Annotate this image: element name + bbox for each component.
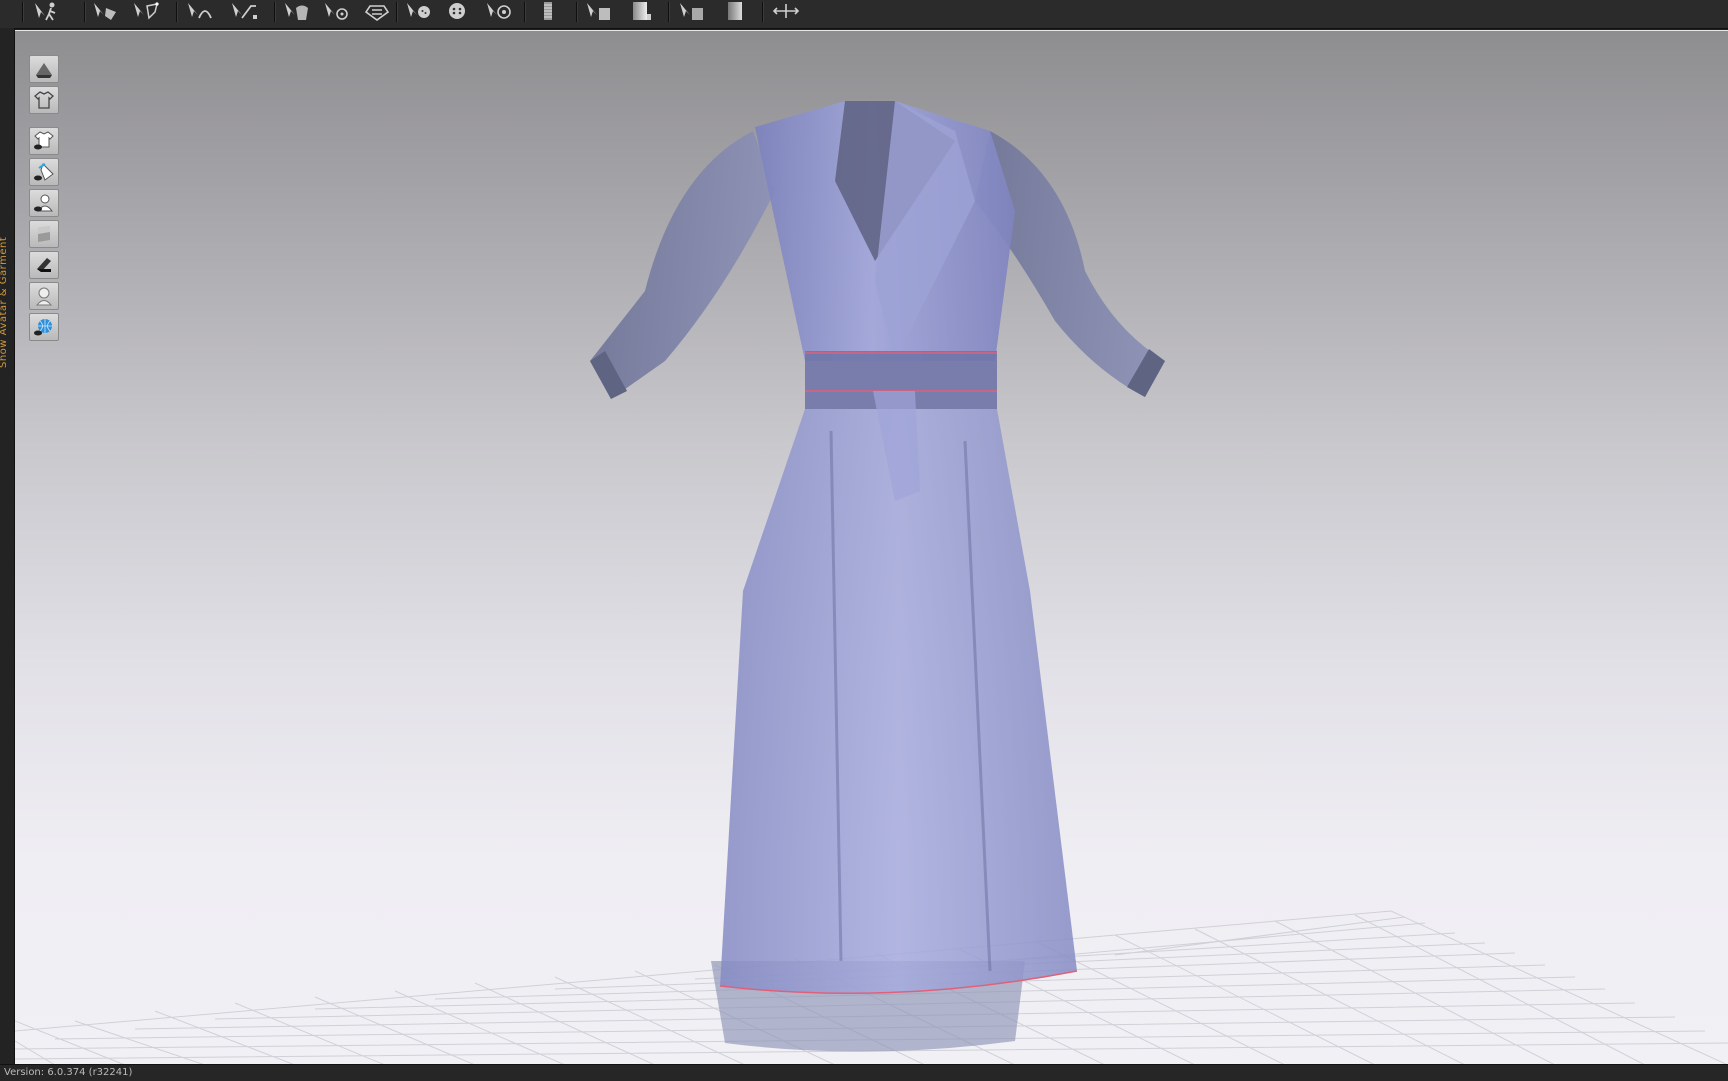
top-toolbar — [0, 0, 1728, 29]
tack-icon[interactable] — [318, 0, 356, 22]
transform-pattern-icon[interactable] — [128, 0, 164, 22]
version-text: Version: 6.0.374 (r32241) — [4, 1067, 133, 1078]
toolbar-separator — [176, 2, 178, 22]
toolbar-separator — [762, 2, 764, 22]
show-avatar-icon[interactable] — [29, 282, 59, 310]
panel-vertical-label: Show Avatar & Garment — [0, 236, 9, 368]
edit-curvature-icon[interactable] — [180, 0, 220, 22]
puckering-icon[interactable] — [580, 0, 618, 22]
show-3d-pen-icon[interactable] — [29, 55, 59, 83]
show-garment-visibility-icon[interactable] — [29, 127, 59, 155]
left-panel-strip: Show Avatar & Garment — [0, 28, 15, 1064]
3d-viewport[interactable] — [15, 30, 1728, 1065]
select-button-icon[interactable] — [480, 0, 518, 22]
measure-icon[interactable] — [766, 0, 806, 22]
shrinkage-icon[interactable] — [714, 0, 754, 22]
toolbar-separator — [576, 2, 578, 22]
zipper-icon[interactable] — [528, 0, 568, 22]
button-tool-icon[interactable] — [400, 0, 438, 22]
pin-icon[interactable] — [358, 0, 396, 22]
left-sleeve — [590, 131, 775, 399]
status-bar: Version: 6.0.374 (r32241) — [0, 1064, 1728, 1081]
environment-icon[interactable] — [29, 313, 59, 341]
show-garment-icon[interactable] — [29, 86, 59, 114]
simulation-icon[interactable] — [26, 0, 66, 22]
edit-curve-point-icon[interactable] — [224, 0, 264, 22]
toolbar-separator — [668, 2, 670, 22]
toolbar-separator — [396, 2, 398, 22]
toolbar-separator — [274, 2, 276, 22]
strengthen-icon[interactable] — [672, 0, 712, 22]
fabric-layer-icon[interactable] — [620, 0, 660, 22]
3d-scene — [15, 101, 1728, 1065]
show-pattern-visibility-icon[interactable] — [29, 158, 59, 186]
buttonhole-icon[interactable] — [440, 0, 478, 22]
fold-arrangement-icon[interactable] — [278, 0, 316, 22]
texture-surface-icon[interactable] — [29, 220, 59, 248]
toolbar-separator — [524, 2, 526, 22]
toolbar-separator — [22, 2, 24, 22]
select-move-icon[interactable] — [88, 0, 124, 22]
thickness-render-icon[interactable] — [29, 251, 59, 279]
toolbar-separator — [84, 2, 86, 22]
show-avatar-visibility-icon[interactable] — [29, 189, 59, 217]
